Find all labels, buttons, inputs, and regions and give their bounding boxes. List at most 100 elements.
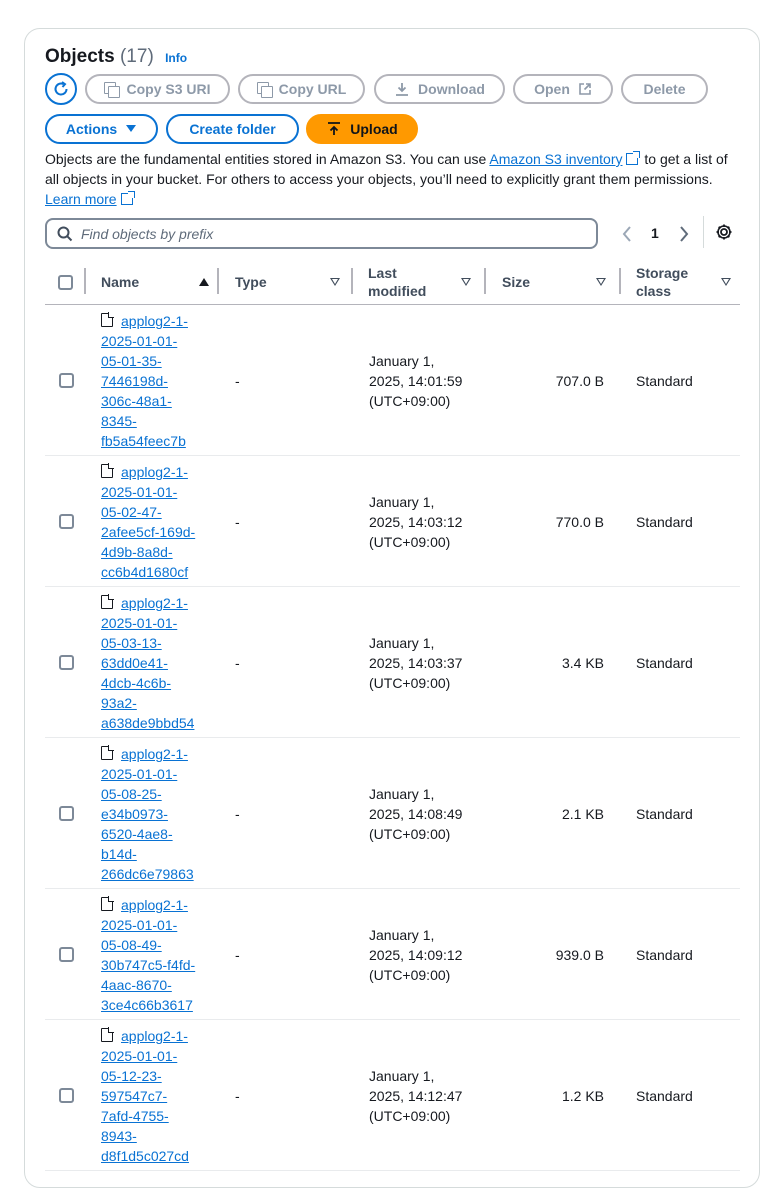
object-name-link[interactable]: 7446198d- [101,373,168,389]
create-folder-button[interactable]: Create folder [166,114,299,144]
gear-icon[interactable] [715,223,733,241]
column-header-last-modified[interactable]: Last modified [368,260,476,304]
search-placeholder: Find objects by prefix [81,225,214,242]
search-input[interactable]: Find objects by prefix [45,218,598,249]
object-name-link[interactable]: 93a2- [101,695,137,711]
search-icon [57,226,73,241]
upload-button[interactable]: Upload [306,114,418,144]
object-name-link[interactable]: e34b0973- [101,806,168,822]
object-name-link[interactable]: 05-02-47- [101,504,162,520]
object-name-link[interactable]: 2025-01-01- [101,484,177,500]
table-row[interactable]: applog2-1- 2025-01-01- 05-03-13- 63dd0e41- 4… [45,587,740,738]
object-name-link[interactable]: 7afd-4755- [101,1108,169,1124]
object-name-link[interactable]: 05-03-13- [101,635,162,651]
column-type-label: Type [235,274,267,290]
column-name-label: Name [101,274,140,290]
last-modified-text: 2025, 14:09:12 [369,946,463,963]
object-name-link[interactable]: applog2-1- [121,313,188,329]
object-name-link[interactable]: 2afee5cf-169d- [101,524,195,540]
object-name-link[interactable]: applog2-1- [121,595,188,611]
previous-page-icon[interactable] [620,222,634,246]
select-all-checkbox[interactable] [58,274,73,290]
refresh-button[interactable] [45,73,77,105]
column-header-name[interactable]: Name [101,260,219,304]
object-name-link[interactable]: 4dcb-4c6b- [101,675,171,691]
copy-icon [104,82,121,98]
object-name-link[interactable]: fb5a54feec7b [101,433,186,449]
row-checkbox[interactable] [59,1087,74,1103]
row-checkbox[interactable] [59,372,74,388]
table-row[interactable]: applog2-1- 2025-01-01- 05-02-47- 2afee5cf-1… [45,456,740,587]
row-checkbox[interactable] [59,654,74,670]
s3-inventory-link[interactable]: Amazon S3 inventory [489,151,622,167]
info-link[interactable]: Info [165,51,187,65]
copy-url-button[interactable]: Copy URL [238,74,365,104]
title-text: Objects [45,46,115,67]
row-checkbox[interactable] [59,946,74,962]
last-modified-text: January 1, [369,634,435,651]
object-name-link[interactable]: 4aac-8670- [101,977,172,993]
object-name-link[interactable]: 30b747c5-f4fd- [101,957,195,973]
last-modified-text: 2025, 14:01:59 [369,372,463,389]
object-name-link[interactable]: cc6b4d1680cf [101,564,188,580]
object-name-link[interactable]: a638de9bbd54 [101,715,194,731]
object-type-cell: - [235,1087,240,1104]
object-name-link[interactable]: b14d- [101,846,137,862]
object-name-link[interactable]: 2025-01-01- [101,766,177,782]
column-header-storage-class[interactable]: Storage class [636,260,736,304]
object-name-link[interactable]: 8943- [101,1128,137,1144]
sort-ascending-icon [199,278,209,286]
column-size-label: Size [502,274,531,290]
object-name-link[interactable]: 4d9b-8a8d- [101,544,173,560]
object-name-link[interactable]: 597547c7- [101,1088,167,1104]
actions-dropdown[interactable]: Actions [45,114,158,144]
last-modified-text: 2025, 14:08:49 [369,805,463,822]
object-name-link[interactable]: d8f1d5c027cd [101,1148,189,1164]
object-name-link[interactable]: 05-08-25- [101,786,162,802]
object-name-link[interactable]: 306c-48a1- [101,393,172,409]
external-link-icon [626,151,641,165]
column-header-type[interactable]: Type [235,260,348,304]
next-page-icon[interactable] [677,222,691,246]
open-button[interactable]: Open [513,74,613,104]
object-name-link[interactable]: 05-01-35- [101,353,162,369]
object-name-link[interactable]: 2025-01-01- [101,1048,177,1064]
table-row[interactable]: applog2-1- 2025-01-01- 05-08-25- e34b0973- 6… [45,738,740,889]
download-button[interactable]: Download [374,74,505,104]
object-name-link[interactable]: 6520-4ae8- [101,826,173,842]
object-name-link[interactable]: 05-12-23- [101,1068,162,1084]
object-name-link[interactable]: 3ce4c66b3617 [101,997,193,1013]
object-count: (17) [119,46,154,67]
copy-icon [256,82,273,98]
object-name-link[interactable]: applog2-1- [121,897,188,913]
object-name-link[interactable]: 2025-01-01- [101,615,177,631]
object-name-link[interactable]: 2025-01-01- [101,333,177,349]
delete-button[interactable]: Delete [621,74,708,104]
object-name-link[interactable]: applog2-1- [121,464,188,480]
object-name-link[interactable]: 266dc6e79863 [101,866,194,882]
table-row[interactable]: applog2-1- 2025-01-01- 05-01-35- 7446198d- 3… [45,305,740,456]
object-name-link[interactable]: 05-08-49- [101,937,162,953]
copy-s3-uri-button[interactable]: Copy S3 URI [85,74,230,104]
object-name-link[interactable]: 2025-01-01- [101,917,177,933]
object-type-cell: - [235,372,240,389]
storage-class-cell: Standard [636,513,693,530]
last-modified-text: (UTC+09:00) [369,825,451,842]
row-checkbox[interactable] [59,513,74,529]
last-modified-text: 2025, 14:12:47 [369,1087,463,1104]
select-all-cell [58,260,78,304]
object-name-link[interactable]: 8345- [101,413,137,429]
object-name-link[interactable]: 63dd0e41- [101,655,168,671]
upload-label: Upload [350,121,398,137]
storage-class-cell: Standard [636,372,693,389]
learn-more-link[interactable]: Learn more [45,191,117,207]
object-name-link[interactable]: applog2-1- [121,1028,188,1044]
table-row[interactable]: applog2-1- 2025-01-01- 05-12-23- 597547c7- 7… [45,1020,740,1171]
current-page-number[interactable]: 1 [651,225,659,241]
table-row[interactable]: applog2-1- 2025-01-01- 05-08-49- 30b747c5-f… [45,889,740,1020]
last-modified-text: 2025, 14:03:12 [369,513,463,530]
row-checkbox[interactable] [59,805,74,821]
object-name-link[interactable]: applog2-1- [121,746,188,762]
column-header-size[interactable]: Size [502,260,606,304]
external-link-icon [120,191,135,205]
